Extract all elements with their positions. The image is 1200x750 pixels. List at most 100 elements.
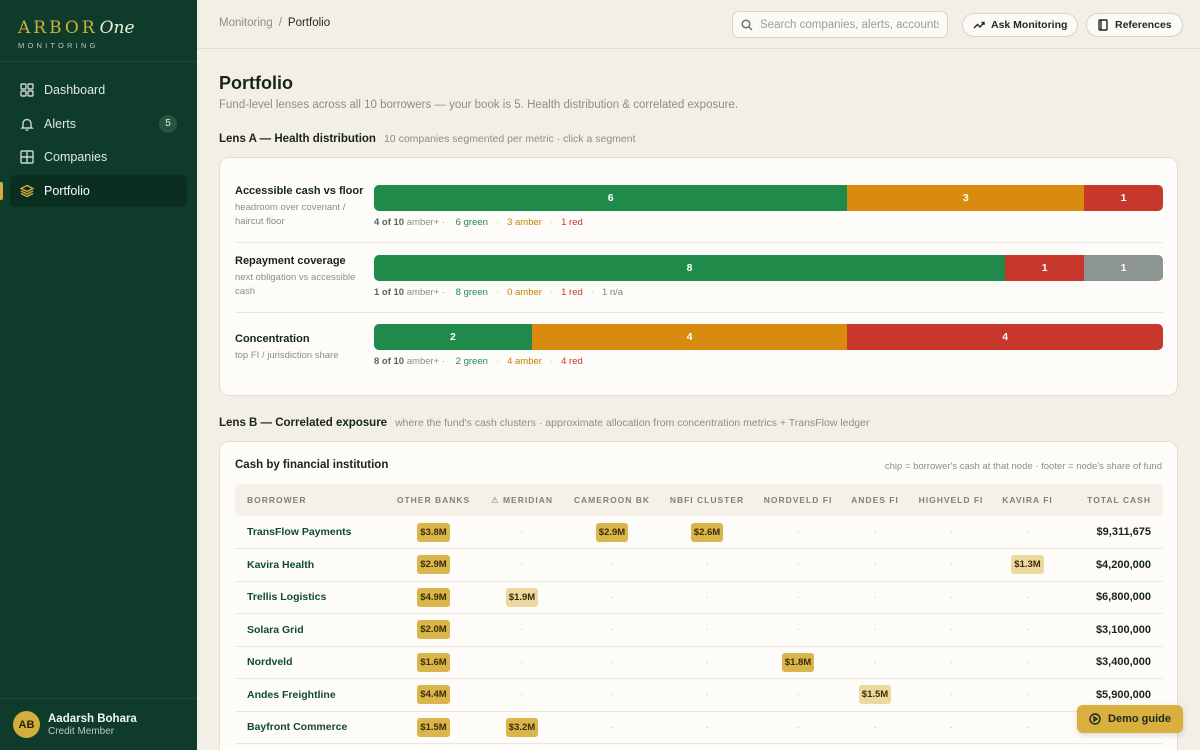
empty-cell: ·	[752, 581, 844, 614]
play-circle-icon	[1089, 713, 1101, 725]
search-box[interactable]	[732, 11, 948, 38]
sidebar-item-label: Portfolio	[44, 183, 90, 198]
breadcrumb-monitoring[interactable]: Monitoring	[219, 17, 273, 29]
lens-a-title: Lens A — Health distribution	[219, 133, 376, 145]
cash-chip[interactable]: $3.8M	[417, 522, 450, 542]
references-button[interactable]: References	[1086, 13, 1183, 37]
cash-chip[interactable]: $3.2M	[505, 717, 539, 737]
segment-na[interactable]: 1	[1084, 255, 1163, 281]
cash-chip[interactable]: $1.8M	[781, 652, 815, 672]
table-row[interactable]: Solara Grid $2.0M · · · · · · · $3,100,000	[235, 613, 1163, 647]
segment-green[interactable]: 8	[374, 255, 1006, 281]
legend-separator: ·	[549, 356, 554, 367]
sidebar-item-alerts[interactable]: Alerts 5	[10, 108, 187, 140]
empty-cell: ·	[906, 711, 996, 744]
borrower-name[interactable]: Kavira Health	[235, 548, 385, 582]
divider	[235, 312, 1163, 313]
table-row[interactable]: Nordveld $1.6M · · · $1.8M · · · $3,400,000	[235, 646, 1163, 679]
lens-b-header: Lens B — Correlated exposure where the fu…	[219, 417, 870, 429]
search-input[interactable]	[760, 18, 939, 31]
legend-red: 1 red	[561, 287, 583, 298]
brand-logo[interactable]: ARBOR One MONITORING	[0, 0, 197, 62]
sidebar: ARBOR One MONITORING Dashboard Alerts 5 …	[0, 0, 197, 750]
sidebar-item-dashboard[interactable]: Dashboard	[10, 74, 187, 106]
sidebar-item-portfolio[interactable]: Portfolio	[0, 174, 187, 207]
legend-separator: ·	[549, 287, 554, 298]
borrower-name[interactable]: Solara Grid	[235, 613, 385, 647]
segment-red[interactable]: 1	[1084, 185, 1163, 211]
alerts-count-badge: 5	[159, 114, 177, 133]
exposure-cell: $2.6M	[662, 516, 752, 549]
table-row[interactable]: TransFlow Payments $3.8M · $2.9M $2.6M · · · · $9…	[235, 516, 1163, 549]
book-icon	[1098, 19, 1108, 31]
breadcrumb: Monitoring / Portfolio	[219, 17, 330, 29]
cash-chip[interactable]: $1.5M	[417, 717, 450, 737]
bell-icon	[20, 117, 34, 131]
segment-amber[interactable]: 3	[847, 185, 1085, 211]
cash-chip[interactable]: $2.6M	[690, 522, 724, 542]
borrower-name[interactable]: Nordveld	[235, 646, 385, 679]
legend-green: 2 green	[455, 356, 488, 367]
segment-red[interactable]: 1	[1005, 255, 1085, 281]
exposure-cell: $3.2M	[482, 711, 562, 744]
legend-red: 4 red	[561, 356, 583, 367]
empty-cell: ·	[662, 711, 752, 744]
table-row[interactable]: Kavira Health $2.9M · · · · · · $1.3M $4,200,000	[235, 548, 1163, 582]
segment-green[interactable]: 2	[374, 324, 532, 350]
count-suffix: amber+ ·	[406, 217, 446, 228]
empty-cell: ·	[906, 581, 996, 614]
exposure-cell: $2.9M	[385, 548, 482, 582]
legend-amber: 3 amber	[507, 217, 542, 228]
cash-chip[interactable]: $2.9M	[595, 522, 629, 542]
cash-chip[interactable]: $2.0M	[417, 620, 450, 640]
health-distribution-card: Accessible cash vs floor headroom over c…	[219, 157, 1178, 396]
empty-cell: ·	[996, 516, 1059, 549]
sidebar-nav: Dashboard Alerts 5 Companies Portfolio	[0, 62, 197, 207]
segment-green[interactable]: 6	[374, 185, 848, 211]
main-content: Monitoring / Portfolio Ask Monitoring Refe…	[197, 0, 1200, 750]
user-profile[interactable]: AB Aadarsh Bohara Credit Member	[0, 698, 197, 750]
borrower-name[interactable]: Bayfront Commerce	[235, 711, 385, 744]
table-row[interactable]: Trellis Logistics $4.9M $1.9M · · · · · · $6,800,…	[235, 581, 1163, 614]
empty-cell: ·	[996, 678, 1059, 712]
topbar: Monitoring / Portfolio Ask Monitoring Refe…	[197, 0, 1200, 49]
sidebar-item-companies[interactable]: Companies	[10, 141, 187, 173]
metric-description: top FI / jurisdiction share	[235, 350, 339, 361]
segment-red[interactable]: 4	[847, 324, 1163, 350]
amber-plus-count: 4 of 10	[374, 217, 405, 228]
empty-cell: ·	[662, 548, 752, 582]
empty-cell: ·	[482, 646, 562, 679]
ask-monitoring-button[interactable]: Ask Monitoring	[962, 13, 1079, 37]
empty-cell: ·	[482, 613, 562, 647]
breadcrumb-separator: /	[278, 17, 282, 29]
column-header: Cameroon BK	[562, 484, 662, 516]
column-header: Total cash	[1059, 484, 1163, 516]
demo-guide-button[interactable]: Demo guide	[1077, 705, 1183, 733]
references-label: References	[1115, 19, 1172, 31]
cash-chip[interactable]: $1.6M	[417, 652, 450, 672]
borrower-name[interactable]: Andes Freightline	[235, 678, 385, 712]
dashboard-icon	[20, 83, 34, 97]
empty-cell: ·	[562, 646, 662, 679]
metric-accessible-cash: Accessible cash vs floor headroom over c…	[235, 185, 1163, 255]
exposure-table: Borrower Other banks ⚠ Meridian Cameroon…	[235, 484, 1163, 744]
empty-cell: ·	[906, 548, 996, 582]
cash-chip[interactable]: $1.9M	[505, 587, 539, 607]
cash-chip[interactable]: $1.5M	[858, 685, 892, 705]
empty-cell: ·	[844, 646, 906, 679]
legend-separator: ·	[495, 356, 500, 367]
borrower-name[interactable]: TransFlow Payments	[235, 516, 385, 549]
cash-chip[interactable]: $4.9M	[417, 587, 450, 607]
table-row[interactable]: Bayfront Commerce $1.5M $3.2M · · · · · ·	[235, 711, 1163, 744]
cash-chip[interactable]: $1.3M	[1011, 555, 1044, 575]
cash-chip[interactable]: $4.4M	[417, 685, 450, 705]
empty-cell: ·	[562, 581, 662, 614]
empty-cell: ·	[482, 516, 562, 549]
table-row[interactable]: Andes Freightline $4.4M · · · · $1.5M · · $5,900,…	[235, 678, 1163, 712]
cash-chip[interactable]: $2.9M	[417, 555, 450, 575]
borrower-name[interactable]: Trellis Logistics	[235, 581, 385, 614]
empty-cell: ·	[562, 548, 662, 582]
metric-repayment-coverage: Repayment coverage next obligation vs ac…	[235, 255, 1163, 325]
total-cash: $3,400,000	[1059, 646, 1163, 679]
segment-amber[interactable]: 4	[531, 324, 848, 350]
